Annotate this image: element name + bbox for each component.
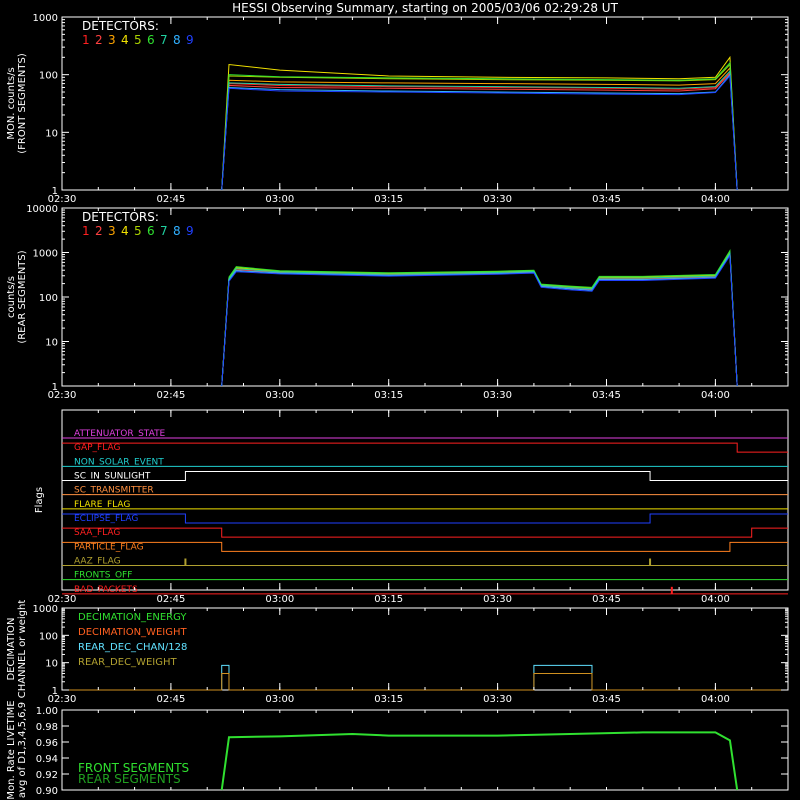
flags-x-tick-label: 03:00 [265,594,294,605]
livetime-y-tick-label: 0.98 [36,722,58,733]
front-legend-detector-7: 7 [160,33,168,47]
decimation-x-tick-label: 03:30 [483,694,512,705]
decimation-y-tick-label: 100 [39,631,58,642]
rear-legend-detector-3: 3 [108,224,116,238]
front-x-tick-label: 02:45 [156,194,185,205]
livetime-y-tick-label: 0.94 [36,754,58,765]
flags-x-tick-label: 03:45 [592,594,621,605]
rear-y-tick-label: 10000 [26,204,58,215]
front-ylabel-2: (FRONT SEGMENTS) [17,53,28,154]
flags-x-tick-label: 03:15 [374,594,403,605]
rear-legend-detector-2: 2 [95,224,103,238]
rear-ylabel-2: (REAR SEGMENTS) [17,250,28,343]
rear-x-tick-label: 03:30 [483,390,512,401]
rear-legend-detector-4: 4 [121,224,129,238]
flag-label-fronts_off: FRONTS_OFF [74,571,132,581]
flags-ylabel: Flags [34,487,45,513]
rear-y-tick-label: 100 [39,293,58,304]
front-ylabel: MON. counts/s [6,67,17,139]
rear-y-tick-label: 1000 [33,249,58,260]
decimation-legend-decimation_weight: DECIMATION_WEIGHT [78,627,187,638]
livetime-y-tick-label: 0.90 [36,786,58,797]
flag-label-sc_in_sunlight: SC_IN_SUNLIGHT [74,472,151,482]
livetime-y-tick-label: 0.96 [36,738,58,749]
flag-label-particle_flag: PARTICLE_FLAG [74,542,144,552]
rear-legend-detector-5: 5 [134,224,142,238]
flag-label-flare_flag: FLARE_FLAG [74,500,130,510]
front-legend-detector-1: 1 [82,33,90,47]
livetime-ylabel: Mon. Rate LIVETIME [6,700,17,799]
livetime-legend-rear-segments: REAR SEGMENTS [78,772,181,786]
front-y-tick-label: 1000 [33,13,58,24]
front-legend-detector-3: 3 [108,33,116,47]
livetime-y-tick-label: 1.00 [36,706,58,717]
decimation-x-tick-label: 03:45 [592,694,621,705]
decimation-y-tick-label: 1000 [33,604,58,615]
flag-label-eclipse_flag: ECLIPSE_FLAG [74,514,138,524]
rear-legend-title: DETECTORS: [82,210,159,224]
front-y-tick-label: 10 [45,128,58,139]
figure-title: HESSI Observing Summary, starting on 200… [232,1,618,15]
rear-legend-detector-6: 6 [147,224,155,238]
front-legend-detector-8: 8 [173,33,181,47]
decimation-x-tick-label: 03:15 [374,694,403,705]
front-legend-detector-9: 9 [186,33,194,47]
decimation-y-tick-label: 10 [45,659,58,670]
front-legend-detector-2: 2 [95,33,103,47]
flags-x-tick-label: 04:00 [701,594,730,605]
front-x-tick-label: 03:30 [483,194,512,205]
flag-label-aaz_flag: AAZ_FLAG [74,557,121,567]
front-legend-detector-4: 4 [121,33,129,47]
rear-x-tick-label: 02:45 [156,390,185,401]
rear-y-tick-label: 1 [52,382,58,393]
rear-legend-detector-8: 8 [173,224,181,238]
front-x-tick-label: 03:00 [265,194,294,205]
livetime-y-tick-label: 0.92 [36,770,58,781]
flag-label-bad_packets: BAD_PACKETS [74,585,138,595]
flags-x-tick-label: 02:45 [156,594,185,605]
rear-x-tick-label: 03:00 [265,390,294,401]
flag-label-saa_flag: SAA_FLAG [74,528,120,538]
rear-ylabel: counts/s [6,276,17,318]
front-legend-title: DETECTORS: [82,19,159,33]
front-y-tick-label: 1 [52,186,58,197]
decimation-legend-rear_dec_weight: REAR_DEC_WEIGHT [78,657,177,668]
flag-label-gap_flag: GAP_FLAG [74,443,120,453]
front-x-tick-label: 04:00 [701,194,730,205]
front-x-tick-label: 03:15 [374,194,403,205]
rear-legend-detector-9: 9 [186,224,194,238]
flags-x-tick-label: 03:30 [483,594,512,605]
rear-x-tick-label: 03:45 [592,390,621,401]
hessi-summary-figure: HESSI Observing Summary, starting on 200… [0,0,800,800]
decimation-y-tick-label: 1 [52,686,58,697]
front-x-tick-label: 03:45 [592,194,621,205]
decimation-x-tick-label: 02:45 [156,694,185,705]
flag-label-sc_transmitter: SC_TRANSMITTER [74,486,154,496]
rear-legend-detector-7: 7 [160,224,168,238]
decimation-legend-decimation_energy: DECIMATION_ENERGY [78,612,187,623]
front-legend-detector-5: 5 [134,33,142,47]
front-legend-detector-6: 6 [147,33,155,47]
rear-legend-detector-1: 1 [82,224,90,238]
rear-y-tick-label: 10 [45,338,58,349]
decimation-x-tick-label: 03:00 [265,694,294,705]
flag-label-non_solar_event: NON_SOLAR_EVENT [74,457,164,467]
flag-label-attenuator_state: ATTENUATOR_STATE [74,429,166,439]
decimation-ylabel: DECIMATION [6,617,17,680]
rear-x-tick-label: 04:00 [701,390,730,401]
decimation-legend-rear_dec_chan/128: REAR_DEC_CHAN/128 [78,642,187,653]
rear-x-tick-label: 03:15 [374,390,403,401]
decimation-x-tick-label: 04:00 [701,694,730,705]
livetime-ylabel-2: avg of D1,3,4,5,6,9 [17,702,28,798]
front-y-tick-label: 100 [39,71,58,82]
decimation-ylabel-2: CHANNEL or weight [17,600,28,699]
